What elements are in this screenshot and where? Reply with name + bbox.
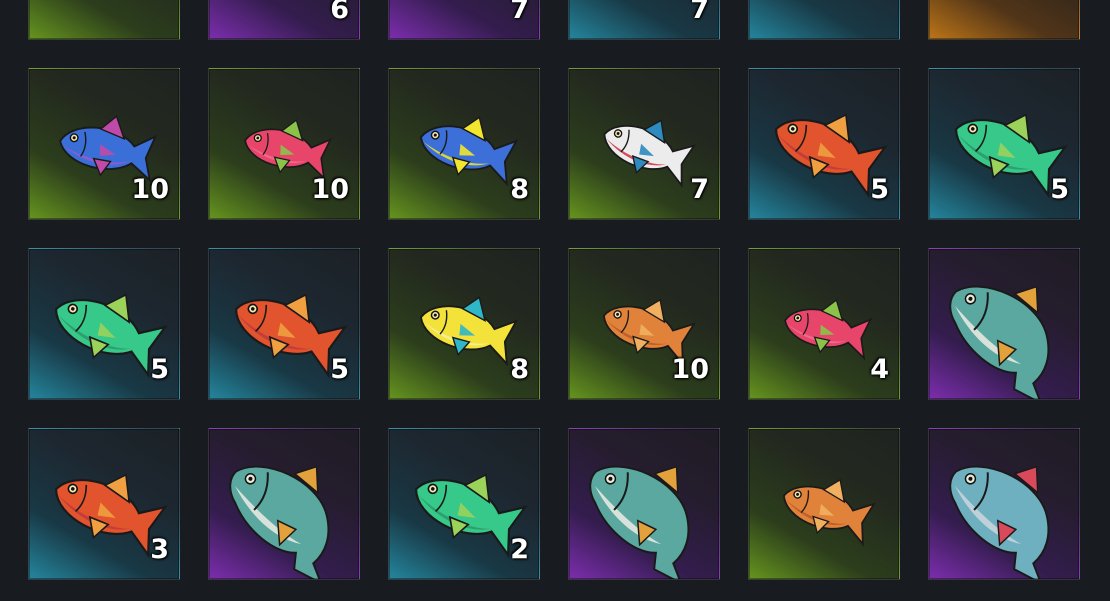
- inventory-slot[interactable]: 5: [748, 68, 900, 220]
- item-quantity: 10: [311, 174, 349, 205]
- inventory-slot[interactable]: 8: [388, 68, 540, 220]
- inventory-slot[interactable]: 3: [28, 428, 180, 580]
- item-quantity: 7: [690, 0, 709, 25]
- orange-fish-icon: [782, 478, 876, 547]
- inventory-slot[interactable]: 5: [28, 248, 180, 400]
- inventory-slot[interactable]: 10: [208, 68, 360, 220]
- tarpon-icon: [229, 465, 330, 579]
- item-quantity: 5: [330, 354, 349, 385]
- tarpon-icon: [949, 285, 1050, 399]
- item-quantity: 4: [870, 354, 889, 385]
- tarpon-icon: [589, 465, 690, 579]
- inventory-slot[interactable]: [208, 428, 360, 580]
- item-quantity: 8: [510, 354, 529, 385]
- inventory-grid: 6 7 7 10 10 8 7 5 5 5 5 8 10 4 3 2: [0, 0, 1110, 601]
- item-quantity: 10: [671, 354, 709, 385]
- item-quantity: 10: [131, 174, 169, 205]
- inventory-slot[interactable]: 8: [388, 248, 540, 400]
- item-quantity: 3: [150, 534, 169, 565]
- inventory-slot[interactable]: 6: [208, 0, 360, 40]
- inventory-slot[interactable]: [568, 428, 720, 580]
- ring-icon: [749, 0, 900, 40]
- fishing-rod-icon: [29, 0, 180, 40]
- item-quantity: 7: [690, 174, 709, 205]
- item-quantity: 2: [510, 534, 529, 565]
- mackerel-icon: [949, 465, 1050, 579]
- inventory-slot[interactable]: [748, 428, 900, 580]
- inventory-slot[interactable]: 7: [568, 0, 720, 40]
- item-quantity: 8: [510, 174, 529, 205]
- inventory-slot[interactable]: [928, 248, 1080, 400]
- item-quantity: 7: [510, 0, 529, 25]
- inventory-slot[interactable]: 10: [568, 248, 720, 400]
- item-quantity: 5: [870, 174, 889, 205]
- inventory-slot[interactable]: 2: [388, 428, 540, 580]
- inventory-slot[interactable]: [928, 0, 1080, 40]
- inventory-slot[interactable]: [928, 428, 1080, 580]
- item-quantity: 5: [1050, 174, 1069, 205]
- inventory-slot[interactable]: 10: [28, 68, 180, 220]
- item-quantity: 5: [150, 354, 169, 385]
- horn-icon: [929, 0, 1080, 40]
- inventory-slot[interactable]: 7: [388, 0, 540, 40]
- inventory-slot[interactable]: 7: [568, 68, 720, 220]
- inventory-slot[interactable]: 5: [928, 68, 1080, 220]
- inventory-slot[interactable]: [748, 0, 900, 40]
- inventory-slot[interactable]: [28, 0, 180, 40]
- inventory-slot[interactable]: 4: [748, 248, 900, 400]
- item-quantity: 6: [330, 0, 349, 25]
- inventory-slot[interactable]: 5: [208, 248, 360, 400]
